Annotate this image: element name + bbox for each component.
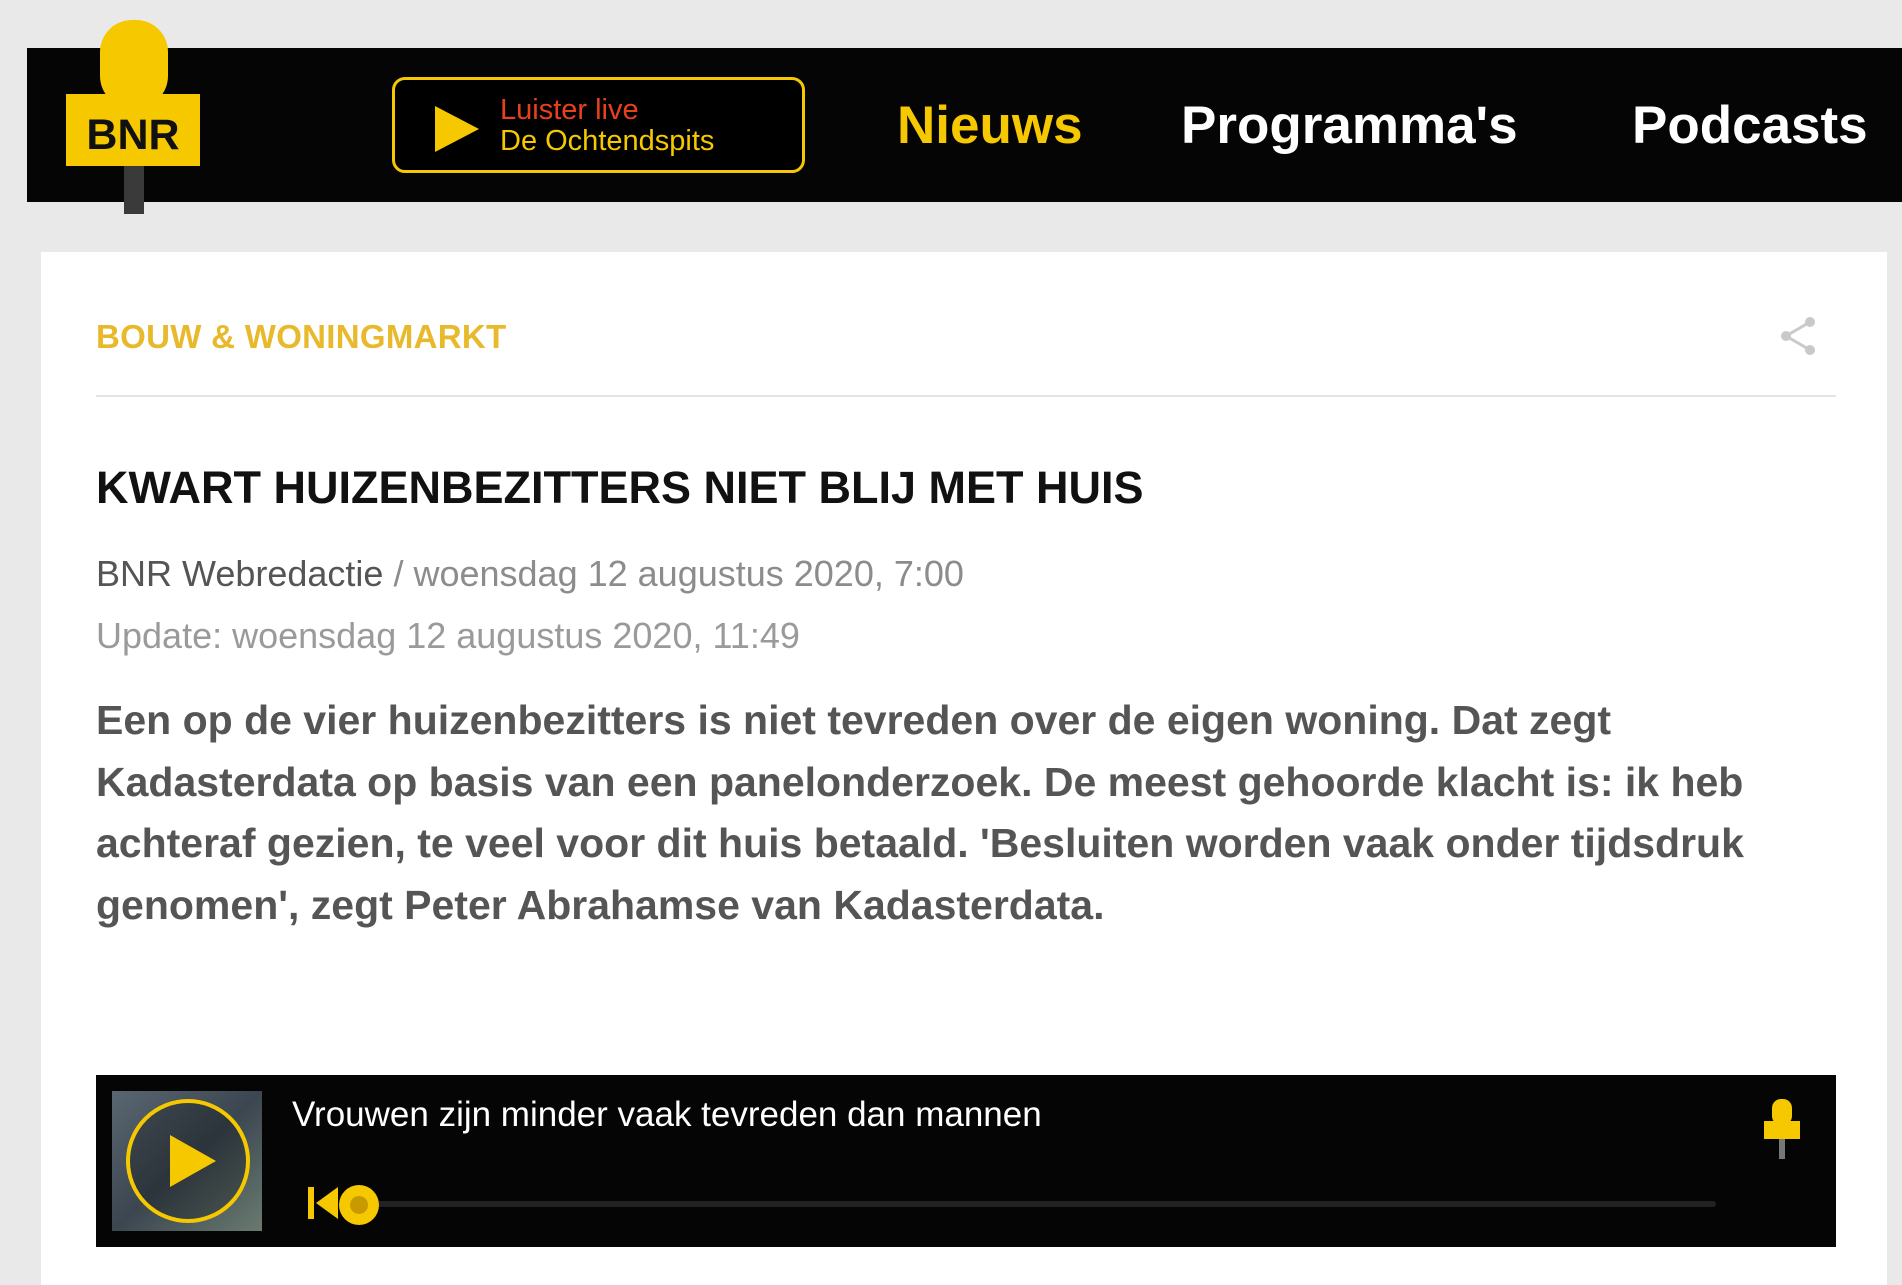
bnr-logo[interactable]: BNR	[66, 20, 200, 214]
publish-date: / woensdag 12 augustus 2020, 7:00	[383, 553, 964, 594]
live-program-name: De Ochtendspits	[500, 125, 715, 157]
nav-programmas[interactable]: Programma's	[1181, 96, 1518, 156]
logo-text: BNR	[86, 111, 180, 159]
article-author[interactable]: BNR Webredactie	[96, 553, 383, 594]
article-title: KWART HUIZENBEZITTERS NIET BLIJ MET HUIS	[96, 462, 1144, 513]
skip-back-icon[interactable]	[306, 1183, 340, 1223]
listen-live-button[interactable]: Luister live De Ochtendspits	[392, 77, 805, 173]
player-track-title: Vrouwen zijn minder vaak tevreden dan ma…	[292, 1095, 1042, 1134]
progress-track[interactable]	[376, 1201, 1716, 1207]
nav-podcasts[interactable]: Podcasts	[1632, 96, 1868, 156]
divider	[96, 395, 1836, 397]
update-date: Update: woensdag 12 augustus 2020, 11:49	[96, 615, 800, 656]
audio-player: Vrouwen zijn minder vaak tevreden dan ma…	[96, 1075, 1836, 1247]
article-category[interactable]: BOUW & WONINGMARKT	[96, 318, 507, 356]
listen-live-label: Luister live	[500, 94, 639, 126]
share-icon[interactable]	[1776, 314, 1820, 358]
nav-nieuws[interactable]: Nieuws	[897, 96, 1083, 156]
player-play-button[interactable]	[112, 1091, 262, 1231]
progress-knob-icon[interactable]	[336, 1182, 382, 1228]
microphone-logo-icon	[1764, 1099, 1800, 1159]
play-icon	[435, 106, 479, 152]
article-intro: Een op de vier huizenbezitters is niet t…	[96, 697, 1744, 928]
byline: BNR Webredactie / woensdag 12 augustus 2…	[96, 553, 964, 595]
